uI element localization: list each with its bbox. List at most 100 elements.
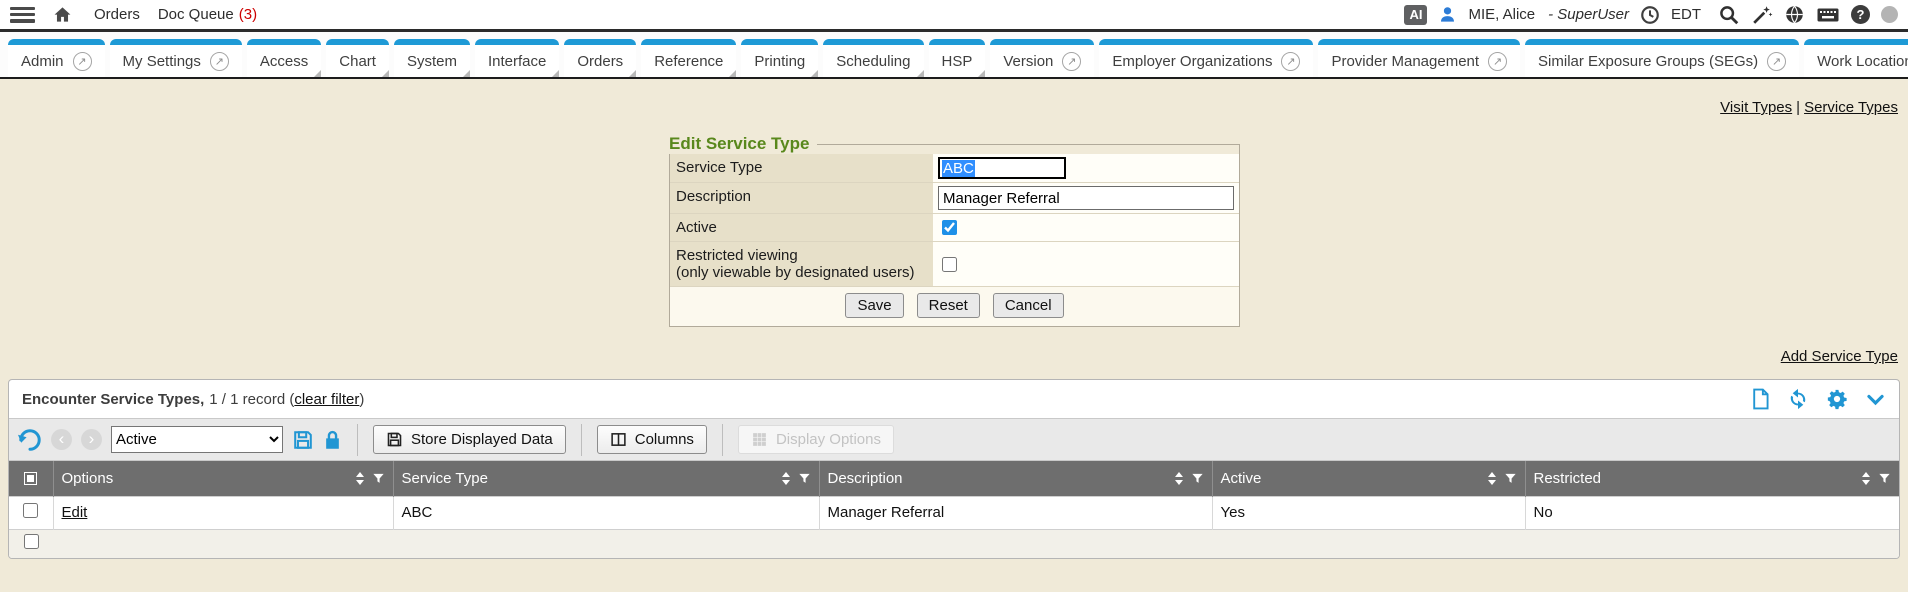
tab-printing[interactable]: Printing — [741, 39, 818, 77]
column-header-description[interactable]: Description — [819, 461, 1212, 496]
clear-filter-link[interactable]: clear filter — [294, 391, 359, 408]
tab-reference[interactable]: Reference — [641, 39, 736, 77]
tab-similar-exposure-groups[interactable]: Similar Exposure Groups (SEGs)↗ — [1525, 39, 1799, 77]
display-options-button: Display Options — [738, 425, 894, 454]
toolbar-divider — [357, 424, 358, 456]
prev-page-icon[interactable]: ‹ — [51, 429, 72, 450]
select-all-checkbox-icon[interactable] — [24, 472, 37, 485]
cell-active: Yes — [1212, 496, 1525, 529]
tab-provider-management[interactable]: Provider Management↗ — [1318, 39, 1520, 77]
footer-checkbox[interactable] — [24, 534, 39, 549]
help-icon[interactable]: ? — [1851, 5, 1870, 24]
new-document-icon[interactable] — [1751, 388, 1770, 410]
filter-funnel-icon[interactable] — [1191, 472, 1204, 485]
refresh-icon[interactable] — [1787, 388, 1809, 410]
external-link-icon: ↗ — [210, 52, 229, 71]
gear-icon[interactable] — [1826, 388, 1848, 410]
cell-restricted: No — [1525, 496, 1899, 529]
restricted-viewing-checkbox[interactable] — [942, 257, 957, 272]
ai-button[interactable]: AI — [1404, 5, 1427, 25]
external-link-icon: ↗ — [1488, 52, 1507, 71]
collapse-chevron-icon[interactable] — [1865, 389, 1886, 410]
user-role: - SuperUser — [1548, 6, 1629, 23]
active-label: Active — [670, 214, 933, 241]
top-bar: Orders Doc Queue (3) AI MIE, Alice - Sup… — [0, 0, 1908, 29]
sort-icon[interactable] — [1488, 472, 1496, 485]
tab-access[interactable]: Access — [247, 39, 321, 77]
doc-queue-link[interactable]: Doc Queue — [158, 6, 234, 23]
tab-orders[interactable]: Orders — [564, 39, 636, 77]
user-icon — [1438, 5, 1457, 24]
sort-icon[interactable] — [1862, 472, 1870, 485]
service-types-link[interactable]: Service Types — [1804, 99, 1898, 116]
tab-chart[interactable]: Chart — [326, 39, 389, 77]
external-link-icon: ↗ — [1062, 52, 1081, 71]
wand-icon[interactable] — [1751, 4, 1773, 26]
tab-admin[interactable]: Admin↗ — [8, 39, 105, 77]
doc-queue-count-badge: (3) — [239, 6, 257, 23]
service-type-input[interactable]: ABC — [938, 157, 1066, 179]
next-page-icon[interactable]: › — [81, 429, 102, 450]
edit-row-link[interactable]: Edit — [62, 504, 88, 521]
tab-hsp[interactable]: HSP — [929, 39, 986, 77]
tab-employer-organizations[interactable]: Employer Organizations↗ — [1099, 39, 1313, 77]
table-row: Edit ABC Manager Referral Yes No — [9, 496, 1899, 529]
search-icon[interactable] — [1718, 4, 1740, 26]
select-all-header[interactable] — [9, 461, 53, 496]
columns-button[interactable]: Columns — [597, 425, 707, 454]
filter-funnel-icon[interactable] — [1504, 472, 1517, 485]
active-checkbox[interactable] — [942, 220, 957, 235]
filter-funnel-icon[interactable] — [798, 472, 811, 485]
reset-button[interactable]: Reset — [917, 293, 980, 318]
orders-link[interactable]: Orders — [94, 6, 140, 23]
store-displayed-data-button[interactable]: Store Displayed Data — [373, 425, 566, 454]
home-icon[interactable] — [52, 5, 73, 24]
sort-icon[interactable] — [782, 472, 790, 485]
visit-types-link[interactable]: Visit Types — [1720, 99, 1792, 116]
description-input[interactable] — [938, 186, 1234, 210]
tab-version[interactable]: Version↗ — [990, 39, 1094, 77]
columns-icon — [610, 431, 627, 448]
globe-icon[interactable] — [1784, 4, 1805, 25]
selected-text: ABC — [942, 160, 975, 177]
form-legend: Edit Service Type — [669, 134, 817, 154]
tab-my-settings[interactable]: My Settings↗ — [110, 39, 242, 77]
save-button[interactable]: Save — [845, 293, 903, 318]
record-filter-select[interactable]: Active — [111, 426, 283, 453]
undo-icon[interactable] — [18, 428, 42, 452]
tab-system[interactable]: System — [394, 39, 470, 77]
lock-icon[interactable] — [323, 429, 342, 451]
tab-interface[interactable]: Interface — [475, 39, 559, 77]
save-view-icon[interactable] — [292, 429, 314, 451]
admin-tab-strip: Admin↗ My Settings↗ Access Chart System … — [0, 32, 1908, 79]
hamburger-menu-icon[interactable] — [10, 7, 35, 23]
row-checkbox[interactable] — [23, 503, 38, 518]
table-footer-row — [9, 529, 1899, 558]
column-header-options[interactable]: Options — [53, 461, 393, 496]
encounter-service-types-panel: Encounter Service Types, 1 / 1 record ( … — [8, 379, 1900, 559]
description-label: Description — [670, 183, 933, 213]
cancel-button[interactable]: Cancel — [993, 293, 1064, 318]
encounter-service-types-table: Options Service Type Description — [9, 461, 1899, 558]
clock-icon[interactable] — [1640, 5, 1660, 25]
sort-icon[interactable] — [356, 472, 364, 485]
filter-funnel-icon[interactable] — [372, 472, 385, 485]
toolbar-divider — [581, 424, 582, 456]
floppy-icon — [386, 431, 403, 448]
service-type-label: Service Type — [670, 154, 933, 182]
column-header-restricted[interactable]: Restricted — [1525, 461, 1899, 496]
column-header-active[interactable]: Active — [1212, 461, 1525, 496]
keyboard-icon[interactable] — [1816, 5, 1840, 25]
grid-icon — [751, 431, 768, 448]
tab-scheduling[interactable]: Scheduling — [823, 39, 923, 77]
timezone-label: EDT — [1671, 6, 1701, 23]
panel-title: Encounter Service Types, — [22, 391, 204, 408]
filter-funnel-icon[interactable] — [1878, 472, 1891, 485]
column-header-service-type[interactable]: Service Type — [393, 461, 819, 496]
sort-icon[interactable] — [1175, 472, 1183, 485]
cell-description: Manager Referral — [819, 496, 1212, 529]
tab-work-locations[interactable]: Work Locations↗ — [1804, 39, 1908, 77]
add-service-type-link[interactable]: Add Service Type — [1781, 348, 1898, 365]
external-link-icon: ↗ — [1767, 52, 1786, 71]
user-name[interactable]: MIE, Alice — [1468, 6, 1535, 23]
